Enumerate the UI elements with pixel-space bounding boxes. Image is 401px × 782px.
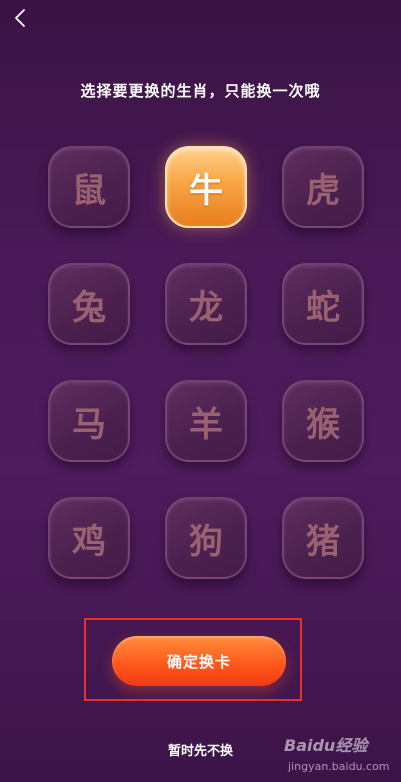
- page-title: 选择要更换的生肖，只能换一次哦: [80, 82, 321, 100]
- watermark-site: jingyan.baidu.com: [288, 760, 390, 773]
- chevron-left-icon: [15, 9, 25, 27]
- zodiac-card-snake[interactable]: 蛇: [282, 263, 364, 345]
- zodiac-card-rabbit[interactable]: 兔: [48, 263, 130, 345]
- zodiac-card-rooster[interactable]: 鸡: [48, 497, 130, 579]
- zodiac-card-tiger[interactable]: 虎: [282, 146, 364, 228]
- zodiac-card-monkey[interactable]: 猴: [282, 380, 364, 462]
- zodiac-card-goat[interactable]: 羊: [165, 380, 247, 462]
- zodiac-card-rat[interactable]: 鼠: [48, 146, 130, 228]
- back-button[interactable]: [8, 6, 32, 30]
- watermark-logo: Baidu经验: [284, 736, 368, 755]
- zodiac-card-horse[interactable]: 马: [48, 380, 130, 462]
- zodiac-grid: 鼠 牛 虎 兔 龙 蛇 马 羊 猴 鸡 狗 猪: [48, 146, 364, 579]
- zodiac-card-dragon[interactable]: 龙: [165, 263, 247, 345]
- confirm-swap-button[interactable]: 确定换卡: [112, 636, 286, 686]
- zodiac-card-pig[interactable]: 猪: [282, 497, 364, 579]
- zodiac-card-ox[interactable]: 牛: [165, 146, 247, 228]
- zodiac-card-dog[interactable]: 狗: [165, 497, 247, 579]
- baidu-jingyan-watermark: Baidu经验 jingyan.baidu.com: [284, 728, 400, 782]
